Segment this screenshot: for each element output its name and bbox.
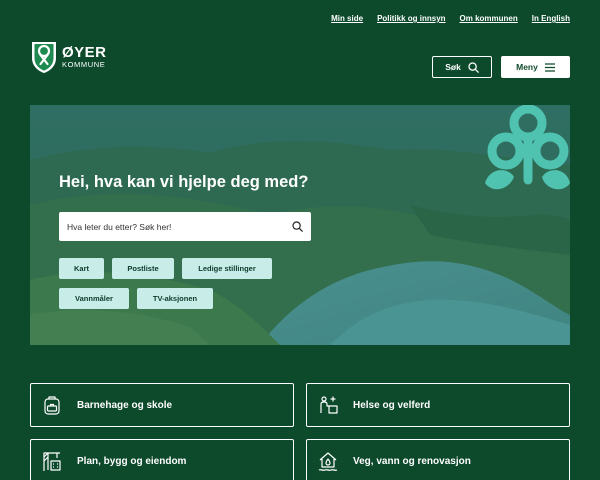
quick-link-vannmaler[interactable]: Vannmåler: [59, 288, 129, 309]
logo-name: ØYER: [62, 44, 107, 62]
coat-of-arms-icon: [32, 42, 56, 73]
quick-link-kart[interactable]: Kart: [59, 258, 104, 279]
top-links: Min side Politikk og innsyn Om kommunen …: [331, 14, 570, 23]
backpack-icon: [44, 396, 60, 415]
card-label: Helse og velferd: [353, 399, 431, 411]
quick-link-postliste[interactable]: Postliste: [112, 258, 174, 279]
link-in-english[interactable]: In English: [532, 14, 570, 23]
link-politikk[interactable]: Politikk og innsyn: [377, 14, 445, 23]
card-helse-og-velferd[interactable]: Helse og velferd: [306, 383, 570, 427]
municipal-symbol-icon: [485, 105, 570, 190]
card-veg-vann-og-renovasjon[interactable]: Veg, vann og renovasjon: [306, 439, 570, 480]
logo[interactable]: ØYER KOMMUNE: [30, 40, 107, 74]
card-label: Plan, bygg og eiendom: [77, 455, 187, 467]
logo-subtitle: KOMMUNE: [62, 60, 106, 70]
logo-text: ØYER KOMMUNE: [62, 45, 107, 69]
card-label: Barnehage og skole: [77, 399, 173, 411]
link-min-side[interactable]: Min side: [331, 14, 363, 23]
hero-search-input[interactable]: [67, 221, 277, 232]
menu-button-label: Meny: [516, 62, 538, 72]
search-icon: [468, 61, 479, 73]
menu-button[interactable]: Meny: [501, 56, 570, 78]
hero-title: Hei, hva kan vi hjelpe deg med?: [59, 173, 309, 191]
quick-link-tv-aksjonen[interactable]: TV-aksjonen: [137, 288, 213, 309]
crane-building-icon: [43, 452, 61, 471]
search-icon[interactable]: [292, 221, 303, 232]
quick-link-ledige-stillinger[interactable]: Ledige stillinger: [182, 258, 272, 279]
caregiver-icon: [320, 396, 338, 414]
house-water-icon: [318, 452, 338, 471]
card-plan-bygg-og-eiendom[interactable]: Plan, bygg og eiendom: [30, 439, 294, 480]
hamburger-icon: [544, 62, 555, 72]
card-label: Veg, vann og renovasjon: [353, 455, 471, 467]
hero-banner: Hei, hva kan vi hjelpe deg med? Kart Pos…: [30, 105, 570, 345]
link-om-kommunen[interactable]: Om kommunen: [460, 14, 518, 23]
search-button[interactable]: Søk: [432, 56, 492, 78]
hero-search-box: [59, 212, 311, 241]
card-barnehage-og-skole[interactable]: Barnehage og skole: [30, 383, 294, 427]
search-button-label: Søk: [445, 62, 461, 72]
